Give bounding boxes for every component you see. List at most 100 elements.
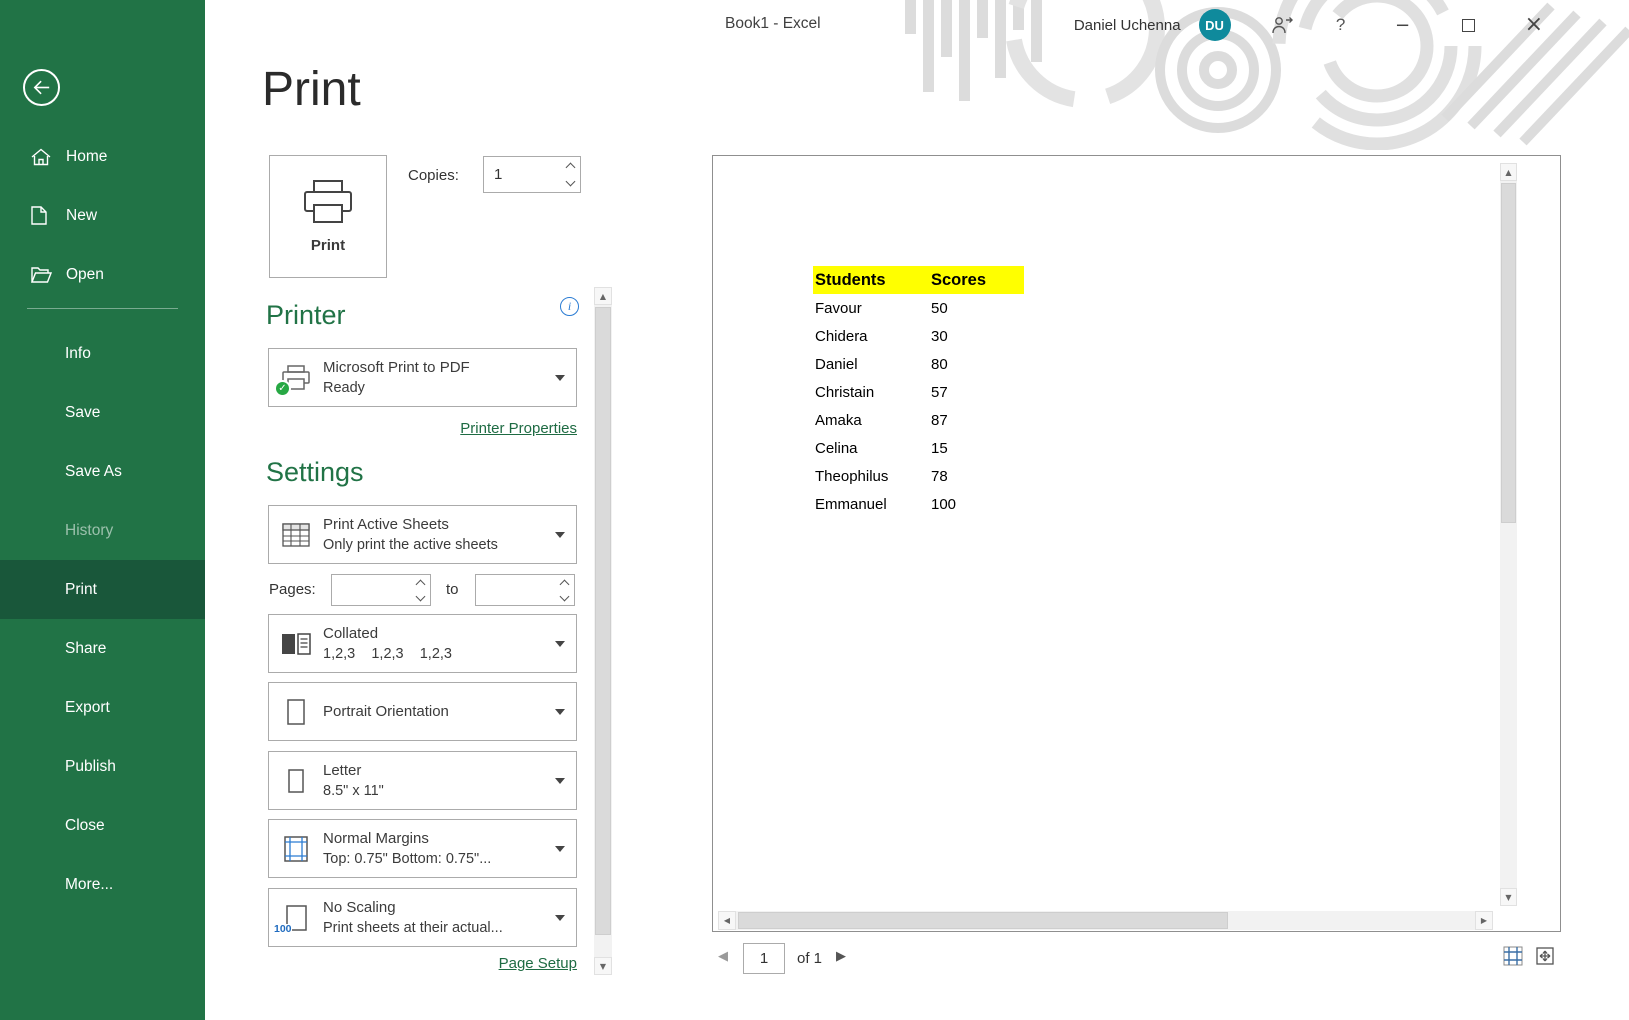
spin-down-icon[interactable]	[561, 175, 580, 193]
cell-student: Amaka	[813, 412, 931, 429]
printer-properties-link[interactable]: Printer Properties	[268, 420, 577, 437]
printer-section-heading: Printer	[266, 300, 346, 331]
printer-name: Microsoft Print to PDF	[323, 359, 549, 376]
chevron-down-icon	[555, 846, 565, 852]
page-title: Print	[262, 62, 361, 117]
spin-up-icon[interactable]	[555, 575, 574, 590]
sidebar-item-open[interactable]: Open	[0, 245, 205, 304]
scroll-up-icon[interactable]: ▲	[1500, 163, 1517, 181]
sidebar-item-history: History	[0, 501, 205, 560]
info-icon[interactable]: i	[560, 297, 579, 316]
sidebar-item-label: Close	[65, 817, 105, 835]
cell-score: 87	[931, 412, 1024, 429]
preview-table: Students Scores Favour 50 Chidera 30 Dan…	[813, 266, 1024, 518]
table-row: Theophilus 78	[813, 462, 1024, 490]
avatar[interactable]: DU	[1199, 9, 1231, 41]
collation-select[interactable]: Collated 1,2,3 1,2,3 1,2,3	[268, 614, 577, 673]
home-icon	[31, 148, 66, 166]
paper-size-select[interactable]: Letter 8.5" x 11"	[268, 751, 577, 810]
back-arrow-icon	[33, 80, 51, 95]
pages-from-input[interactable]	[332, 575, 411, 605]
printer-icon	[300, 179, 356, 225]
cell-score: 80	[931, 356, 1024, 373]
spin-down-icon[interactable]	[555, 590, 574, 605]
contact-icon[interactable]	[1271, 16, 1293, 34]
minimize-button[interactable]: −	[1395, 15, 1411, 36]
settings-scrollbar[interactable]: ▲ ▼	[594, 287, 612, 975]
sidebar-item-new[interactable]: New	[0, 186, 205, 245]
copies-label: Copies:	[408, 167, 459, 184]
scroll-right-icon[interactable]: ▶	[1475, 911, 1493, 930]
scaling-select[interactable]: 100 No Scaling Print sheets at their act…	[268, 888, 577, 947]
sidebar-divider	[27, 308, 178, 309]
sidebar-item-label: Open	[66, 266, 104, 284]
spin-up-icon[interactable]	[561, 157, 580, 175]
pages-to-spin-buttons	[555, 575, 574, 605]
user-name: Daniel Uchenna	[1074, 17, 1181, 34]
page-setup-link[interactable]: Page Setup	[268, 955, 577, 972]
collation-subtitle: 1,2,3 1,2,3 1,2,3	[323, 646, 549, 662]
next-page-icon[interactable]: ▶	[836, 949, 846, 964]
backstage-sidebar: Home New Open Info Save Save As History …	[0, 0, 205, 1020]
window-title: Book1 - Excel	[725, 15, 821, 33]
print-what-select[interactable]: Print Active Sheets Only print the activ…	[268, 505, 577, 564]
sidebar-item-label: Export	[65, 699, 110, 717]
back-button[interactable]	[23, 69, 60, 106]
sidebar-item-close[interactable]: Close	[0, 796, 205, 855]
scaling-subtitle: Print sheets at their actual...	[323, 920, 549, 936]
table-row: Daniel 80	[813, 350, 1024, 378]
print-button-label: Print	[311, 237, 345, 254]
printer-ready-icon: ✓	[274, 380, 291, 397]
scroll-down-icon[interactable]: ▼	[1500, 888, 1517, 906]
scroll-up-icon[interactable]: ▲	[594, 287, 612, 305]
table-row: Chidera 30	[813, 322, 1024, 350]
sidebar-item-label: New	[66, 207, 97, 225]
orientation-select[interactable]: Portrait Orientation	[268, 682, 577, 741]
spin-down-icon[interactable]	[411, 590, 430, 605]
spin-up-icon[interactable]	[411, 575, 430, 590]
cell-student: Emmanuel	[813, 496, 931, 513]
sidebar-item-print[interactable]: Print	[0, 560, 205, 619]
maximize-button[interactable]	[1461, 19, 1477, 32]
current-page-input[interactable]	[743, 943, 785, 974]
scroll-down-icon[interactable]: ▼	[594, 957, 612, 975]
cell-score: 78	[931, 468, 1024, 485]
sidebar-item-publish[interactable]: Publish	[0, 737, 205, 796]
show-margins-button[interactable]	[1500, 943, 1526, 969]
zoom-to-page-icon	[1535, 946, 1555, 966]
scrollbar-thumb[interactable]	[738, 912, 1228, 929]
scroll-left-icon[interactable]: ◀	[718, 911, 736, 930]
collated-icon	[269, 615, 323, 672]
scrollbar-thumb[interactable]	[595, 307, 611, 935]
sidebar-item-save[interactable]: Save	[0, 383, 205, 442]
previous-page-icon[interactable]: ◀	[718, 949, 728, 964]
paper-size-title: Letter	[323, 762, 549, 779]
margins-select[interactable]: Normal Margins Top: 0.75" Bottom: 0.75".…	[268, 819, 577, 878]
sidebar-item-save-as[interactable]: Save As	[0, 442, 205, 501]
sidebar-item-more[interactable]: More...	[0, 855, 205, 914]
chevron-down-icon	[555, 532, 565, 538]
sidebar-item-label: Home	[66, 148, 107, 166]
table-row: Emmanuel 100	[813, 490, 1024, 518]
scrollbar-thumb[interactable]	[1501, 183, 1516, 523]
sidebar-item-label: Publish	[65, 758, 116, 776]
printer-select[interactable]: ✓ Microsoft Print to PDF Ready	[268, 348, 577, 407]
sidebar-top-nav: Home New Open	[0, 127, 205, 304]
preview-vertical-scrollbar[interactable]: ▲ ▼	[1500, 163, 1517, 906]
zoom-to-page-button[interactable]	[1532, 943, 1558, 969]
copies-input[interactable]	[484, 157, 561, 192]
help-icon[interactable]: ?	[1333, 15, 1349, 35]
orientation-title: Portrait Orientation	[323, 703, 549, 720]
sidebar-item-home[interactable]: Home	[0, 127, 205, 186]
print-what-title: Print Active Sheets	[323, 516, 549, 533]
cell-score: 15	[931, 440, 1024, 457]
preview-horizontal-scrollbar[interactable]: ◀ ▶	[718, 911, 1493, 930]
sidebar-item-export[interactable]: Export	[0, 678, 205, 737]
sidebar-item-info[interactable]: Info	[0, 324, 205, 383]
cell-student: Christain	[813, 384, 931, 401]
print-button[interactable]: Print	[269, 155, 387, 278]
sidebar-item-share[interactable]: Share	[0, 619, 205, 678]
pages-to-input[interactable]	[476, 575, 555, 605]
sidebar-item-label: Save As	[65, 463, 122, 481]
close-button[interactable]: ×	[1525, 14, 1543, 36]
